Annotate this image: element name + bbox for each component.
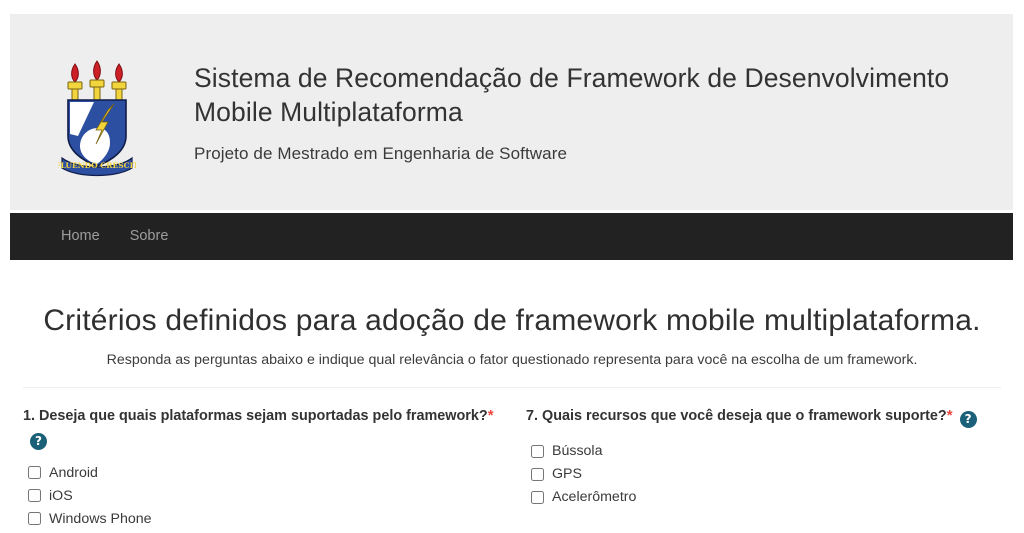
question-7-label: 7. Quais recursos que você deseja que o … — [526, 405, 989, 428]
checkbox-label-acelerometro[interactable]: Acelerômetro — [552, 489, 636, 505]
question-1-required-marker: * — [487, 407, 494, 424]
questions-row: 1. Deseja que quais plataformas sejam su… — [18, 405, 1006, 533]
checkbox-input-android[interactable] — [28, 466, 41, 480]
help-icon[interactable]: ? — [959, 411, 977, 428]
checkbox-label-windows-phone[interactable]: Windows Phone — [49, 511, 152, 527]
question-1-number: 1. — [23, 408, 36, 424]
question-7-number: 7. — [526, 408, 539, 424]
checkbox-input-bussola[interactable] — [531, 444, 544, 458]
checkbox-input-acelerometro[interactable] — [531, 490, 544, 504]
page-title: Critérios definidos para adoção de frame… — [43, 304, 981, 337]
question-1-text: Deseja que quais plataformas sejam supor… — [39, 408, 488, 424]
checkbox-input-gps[interactable] — [531, 467, 544, 481]
page-root: FLUENDO CRESCIT Sistema de Recomendação … — [0, 0, 1024, 533]
checkbox-label-ios[interactable]: iOS — [49, 488, 73, 504]
main-content: Critérios definidos para adoção de frame… — [0, 260, 1024, 533]
checkbox-option[interactable]: iOS — [23, 488, 495, 504]
main-navbar: Home Sobre — [10, 213, 1013, 260]
checkbox-option[interactable]: Windows Phone — [23, 511, 495, 527]
help-icon[interactable]: ? — [30, 432, 47, 450]
header-titles: Sistema de Recomendação de Framework de … — [194, 46, 954, 164]
question-7-text: Quais recursos que você deseja que o fra… — [542, 408, 947, 424]
checkbox-input-ios[interactable] — [28, 489, 41, 503]
ufs-crest-logo-icon: FLUENDO CRESCIT — [55, 58, 139, 178]
checkbox-option[interactable]: GPS — [526, 466, 989, 482]
nav-item-home[interactable]: Home — [46, 213, 115, 260]
question-1-label: 1. Deseja que quais plataformas sejam su… — [23, 405, 495, 450]
question-block-7: 7. Quais recursos que você deseja que o … — [512, 405, 1006, 533]
checkbox-label-android[interactable]: Android — [49, 465, 98, 481]
site-title: Sistema de Recomendação de Framework de … — [194, 63, 950, 127]
checkbox-label-gps[interactable]: GPS — [552, 466, 582, 482]
question-7-options: Bússola GPS Acelerômetro — [526, 443, 989, 505]
checkbox-option[interactable]: Android — [23, 465, 495, 481]
checkbox-label-bussola[interactable]: Bússola — [552, 443, 602, 459]
checkbox-option[interactable]: Bússola — [526, 443, 989, 459]
nav-item-sobre[interactable]: Sobre — [115, 213, 184, 260]
content-divider — [23, 387, 1001, 388]
svg-text:FLUENDO CRESCIT: FLUENDO CRESCIT — [58, 161, 136, 170]
site-subtitle: Projeto de Mestrado em Engenharia de Sof… — [194, 143, 568, 163]
question-1-options: Android iOS Windows Phone — [23, 465, 495, 527]
question-block-1: 1. Deseja que quais plataformas sejam su… — [18, 405, 512, 533]
site-header: FLUENDO CRESCIT Sistema de Recomendação … — [10, 14, 1013, 210]
question-7-required-marker: * — [946, 407, 953, 424]
checkbox-option[interactable]: Acelerômetro — [526, 489, 989, 505]
checkbox-input-windows-phone[interactable] — [28, 512, 41, 526]
page-lead-text: Responda as perguntas abaixo e indique q… — [106, 352, 918, 368]
